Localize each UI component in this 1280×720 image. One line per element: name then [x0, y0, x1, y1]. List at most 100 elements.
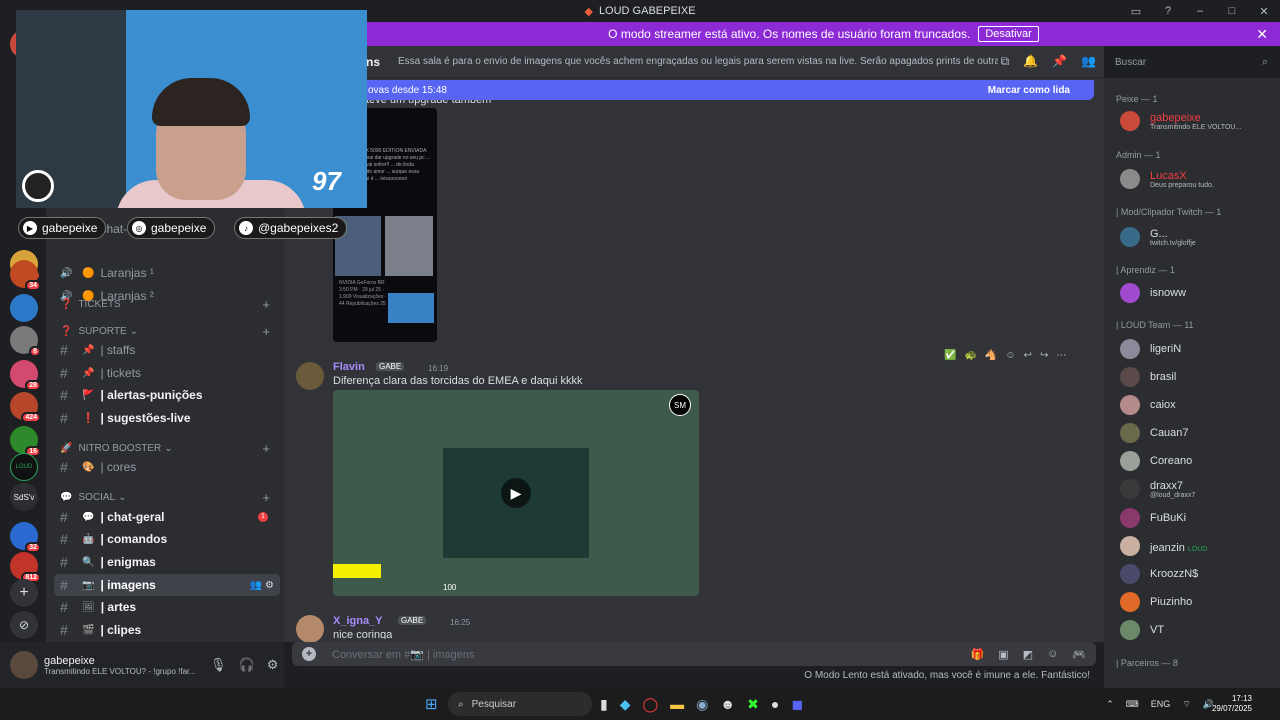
channel-topic[interactable]: Essa sala é para o envio de imagens que … — [398, 56, 998, 67]
file-icon[interactable]: ▮ — [600, 696, 608, 713]
minimize-button[interactable]: – — [1184, 0, 1216, 22]
help-icon[interactable]: ? — [1152, 0, 1184, 22]
server-icon[interactable]: 34 — [10, 260, 41, 291]
message-input[interactable]: Conversar em #📷 | imagens — [332, 648, 475, 661]
chevron-up-icon[interactable]: ⌃ — [1106, 699, 1114, 710]
video-attachment[interactable]: ▶ SM 100 — [333, 390, 699, 596]
headphones-icon[interactable]: 🎧 — [239, 657, 255, 673]
member-item[interactable]: draxx7 @loud_draxx7 — [1120, 476, 1280, 502]
channel-comandos[interactable]: # 🤖 | comandos — [54, 528, 280, 550]
channel-item[interactable]: 🔊 🟠 Laranjas ¹ — [54, 262, 280, 284]
discord-icon[interactable]: ◼ — [791, 696, 803, 713]
microphone-icon[interactable]: 🎙 — [210, 657, 227, 673]
server-icon[interactable]: 812 — [10, 552, 41, 583]
channel-alertas-punicoes[interactable]: # 🚩 | alertas-punições — [54, 384, 280, 406]
close-button[interactable]: ✕ — [1248, 0, 1280, 22]
disable-streamer-button[interactable]: Desativar — [978, 26, 1039, 42]
reaction-icon[interactable]: 🐢 — [964, 350, 976, 368]
channel-cores[interactable]: # 🎨 | cores — [54, 456, 280, 478]
bell-icon[interactable]: 🔔 — [1023, 54, 1038, 69]
gear-icon[interactable]: ⚙ — [267, 657, 279, 673]
server-icon[interactable]: 424 — [10, 392, 41, 423]
more-icon[interactable]: ⋯ — [1056, 350, 1066, 368]
server-sds[interactable]: SdS'v — [10, 483, 38, 511]
member-item[interactable]: caiox — [1120, 392, 1280, 418]
reaction-icon[interactable]: 🐴 — [985, 350, 997, 368]
message-author[interactable]: X_igna_Y — [333, 615, 383, 627]
member-item[interactable]: Cauan7 — [1120, 420, 1280, 446]
search-input[interactable]: Buscar ⌕ — [1110, 52, 1274, 72]
category-suporte[interactable]: ❓ SUPORTE ⌄ + — [60, 322, 278, 340]
member-item[interactable]: ligeriN — [1120, 336, 1280, 362]
wifi-icon[interactable]: ⌔ — [1182, 699, 1190, 710]
settings-gear-icon[interactable]: 👥 ⚙ — [250, 580, 274, 591]
language-indicator[interactable]: ENG — [1151, 699, 1171, 709]
server-icon[interactable] — [10, 294, 38, 322]
capcut-icon[interactable]: ✖ — [747, 696, 759, 713]
category-nitro-booster[interactable]: 🚀 NITRO BOOSTER ⌄ + — [60, 439, 278, 457]
taskbar-search[interactable]: ⌕ Pesquisar — [448, 692, 592, 716]
new-messages-bar[interactable]: ovas desde 15:48 Marcar como lida — [284, 80, 1094, 100]
member-item[interactable]: G... twitch.tv/gloffje — [1120, 224, 1280, 250]
member-item[interactable]: Piuzinho — [1120, 589, 1280, 615]
forward-icon[interactable]: ↪ — [1040, 350, 1048, 368]
windows-start-icon[interactable]: ⊞ — [425, 695, 438, 713]
server-loud[interactable]: LOUD — [10, 453, 38, 481]
members-icon[interactable]: 👥 — [1081, 54, 1096, 69]
member-item[interactable]: isnoww — [1120, 280, 1280, 306]
maximize-button[interactable]: □ — [1216, 0, 1248, 22]
member-item[interactable]: LucasX Deus preparou tudo. — [1120, 166, 1280, 192]
channel-staffs[interactable]: # 📌 | staffs — [54, 339, 280, 361]
gif-icon[interactable]: ▣ — [998, 648, 1008, 661]
add-server-icon[interactable]: + — [10, 579, 38, 607]
avatar[interactable] — [296, 362, 324, 390]
check-reaction-icon[interactable]: ✅ — [944, 350, 956, 368]
add-channel-icon[interactable]: + — [262, 490, 270, 505]
member-item[interactable]: brasil — [1120, 364, 1280, 390]
server-icon[interactable]: 28 — [10, 360, 41, 391]
server-icon[interactable]: 16 — [10, 426, 41, 457]
gift-icon[interactable]: 🎁 — [971, 648, 985, 661]
member-item[interactable]: gabepeixe Transmitindo ELE VOLTOU... — [1120, 108, 1280, 134]
inbox-icon[interactable]: ▭ — [1120, 0, 1152, 22]
user-info[interactable]: gabepeixe Transmitindo ELE VOLTOU? - !gr… — [44, 655, 204, 676]
copilot-icon[interactable]: ◆ — [620, 696, 631, 713]
member-item[interactable]: VT — [1120, 617, 1280, 643]
avatar[interactable] — [296, 615, 324, 643]
app-icon[interactable]: ☻ — [720, 696, 735, 713]
steam-icon[interactable]: ◉ — [696, 696, 708, 713]
add-channel-icon[interactable]: + — [262, 297, 270, 312]
message-composer[interactable]: + Conversar em #📷 | imagens 🎁 ▣ ◩ ☺ 🎮 — [292, 642, 1096, 666]
add-attachment-icon[interactable]: + — [302, 647, 316, 661]
channel-artes[interactable]: # 🖼 | artes — [54, 596, 280, 618]
apps-icon[interactable]: 🎮 — [1072, 648, 1086, 661]
keyboard-icon[interactable]: ⌨ — [1126, 699, 1139, 710]
emoji-icon[interactable]: ☺ — [1047, 648, 1058, 661]
channel-clipes[interactable]: # 🎬 | clipes — [54, 619, 280, 641]
member-item[interactable]: FuBuKi — [1120, 505, 1280, 531]
add-channel-icon[interactable]: + — [262, 441, 270, 456]
opera-icon[interactable]: ◯ — [643, 696, 659, 713]
channel-enigmas[interactable]: # 🔍 | enigmas — [54, 551, 280, 573]
member-item[interactable]: jeanzin LOUD — [1120, 533, 1280, 559]
close-banner-icon[interactable]: ✕ — [1256, 26, 1268, 43]
pin-icon[interactable]: 📌 — [1052, 54, 1067, 69]
play-icon[interactable]: ▶ — [501, 478, 531, 508]
avatar[interactable] — [10, 651, 38, 679]
member-item[interactable]: Coreano — [1120, 448, 1280, 474]
reply-icon[interactable]: ↩ — [1024, 350, 1032, 368]
channel-tickets[interactable]: # 📌 | tickets — [54, 362, 280, 384]
add-channel-icon[interactable]: + — [262, 324, 270, 339]
taskbar-clock[interactable]: 17:13 29/07/2025 — [1212, 694, 1252, 714]
member-item[interactable]: KroozzN$ — [1120, 561, 1280, 587]
message-author[interactable]: Flavin — [333, 361, 365, 373]
sticker-icon[interactable]: ◩ — [1023, 648, 1033, 661]
add-reaction-icon[interactable]: ☺ — [1005, 350, 1015, 368]
mark-as-read-button[interactable]: Marcar como lida — [988, 85, 1070, 96]
obs-icon[interactable]: ● — [771, 696, 779, 713]
discover-icon[interactable]: ⊘ — [10, 611, 38, 639]
category-social[interactable]: 💬 SOCIAL ⌄ + — [60, 488, 278, 506]
channel-chat-geral[interactable]: # 💬 | chat-geral 1 — [54, 506, 280, 528]
threads-icon[interactable]: ⧉ — [1001, 54, 1010, 69]
channel-sugestoes-live[interactable]: # ❗ | sugestões-live — [54, 407, 280, 429]
